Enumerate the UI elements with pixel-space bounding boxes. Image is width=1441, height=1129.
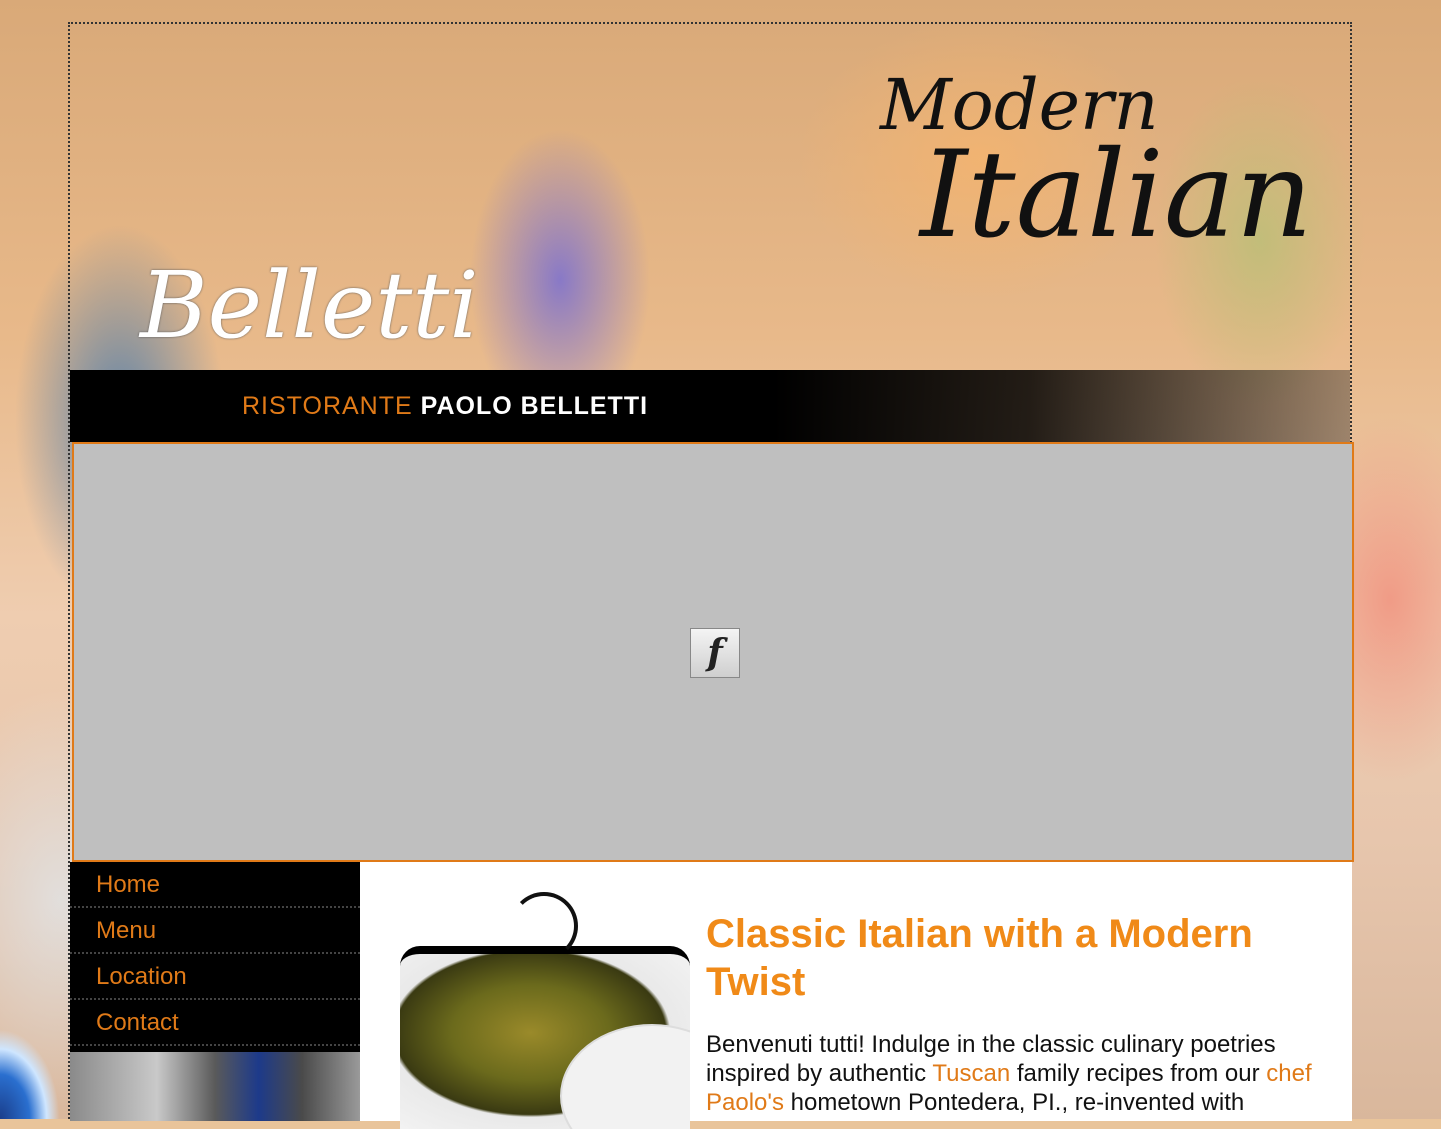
site-header: Modern Italian Belletti RISTORANTE PAOLO… — [70, 24, 1350, 442]
tuscan-link[interactable]: Tuscan — [932, 1060, 1010, 1087]
dish-photo — [400, 946, 690, 1129]
nav-item-location[interactable]: Location — [70, 954, 360, 1000]
flash-plugin-icon[interactable]: f — [690, 628, 740, 678]
tagline-ristorante: RISTORANTE — [242, 392, 413, 420]
slide-decoration — [0, 1029, 60, 1119]
intro-paragraph: Benvenuti tutti! Indulge in the classic … — [706, 1030, 1326, 1117]
site-logo[interactable]: Belletti — [140, 252, 479, 359]
site-page: Modern Italian Belletti RISTORANTE PAOLO… — [68, 22, 1354, 1129]
ribbon-decoration — [510, 892, 578, 960]
script-title-line2: Italian — [920, 126, 1313, 265]
intro-text-3: hometown Pontedera, PI., re-invented wit… — [783, 1089, 1245, 1116]
site-tagline: RISTORANTE PAOLO BELLETTI — [242, 392, 648, 421]
modern-italian-title: Modern Italian — [860, 64, 1313, 265]
main-content: Classic Italian with a Modern Twist Benv… — [360, 862, 1352, 1129]
page-heading: Classic Italian with a Modern Twist — [706, 912, 1253, 1004]
tagline-name: PAOLO BELLETTI — [420, 392, 649, 420]
nav-item-menu[interactable]: Menu — [70, 908, 360, 954]
main-nav: Home Menu Location Contact — [70, 862, 360, 1052]
bowl-shape — [560, 1024, 690, 1129]
nav-item-home[interactable]: Home — [70, 862, 360, 908]
intro-text-2: family recipes from our — [1010, 1060, 1267, 1087]
sidebar-photo — [70, 1052, 360, 1121]
nav-item-contact[interactable]: Contact — [70, 1000, 360, 1046]
flash-placeholder[interactable]: f — [72, 442, 1354, 862]
